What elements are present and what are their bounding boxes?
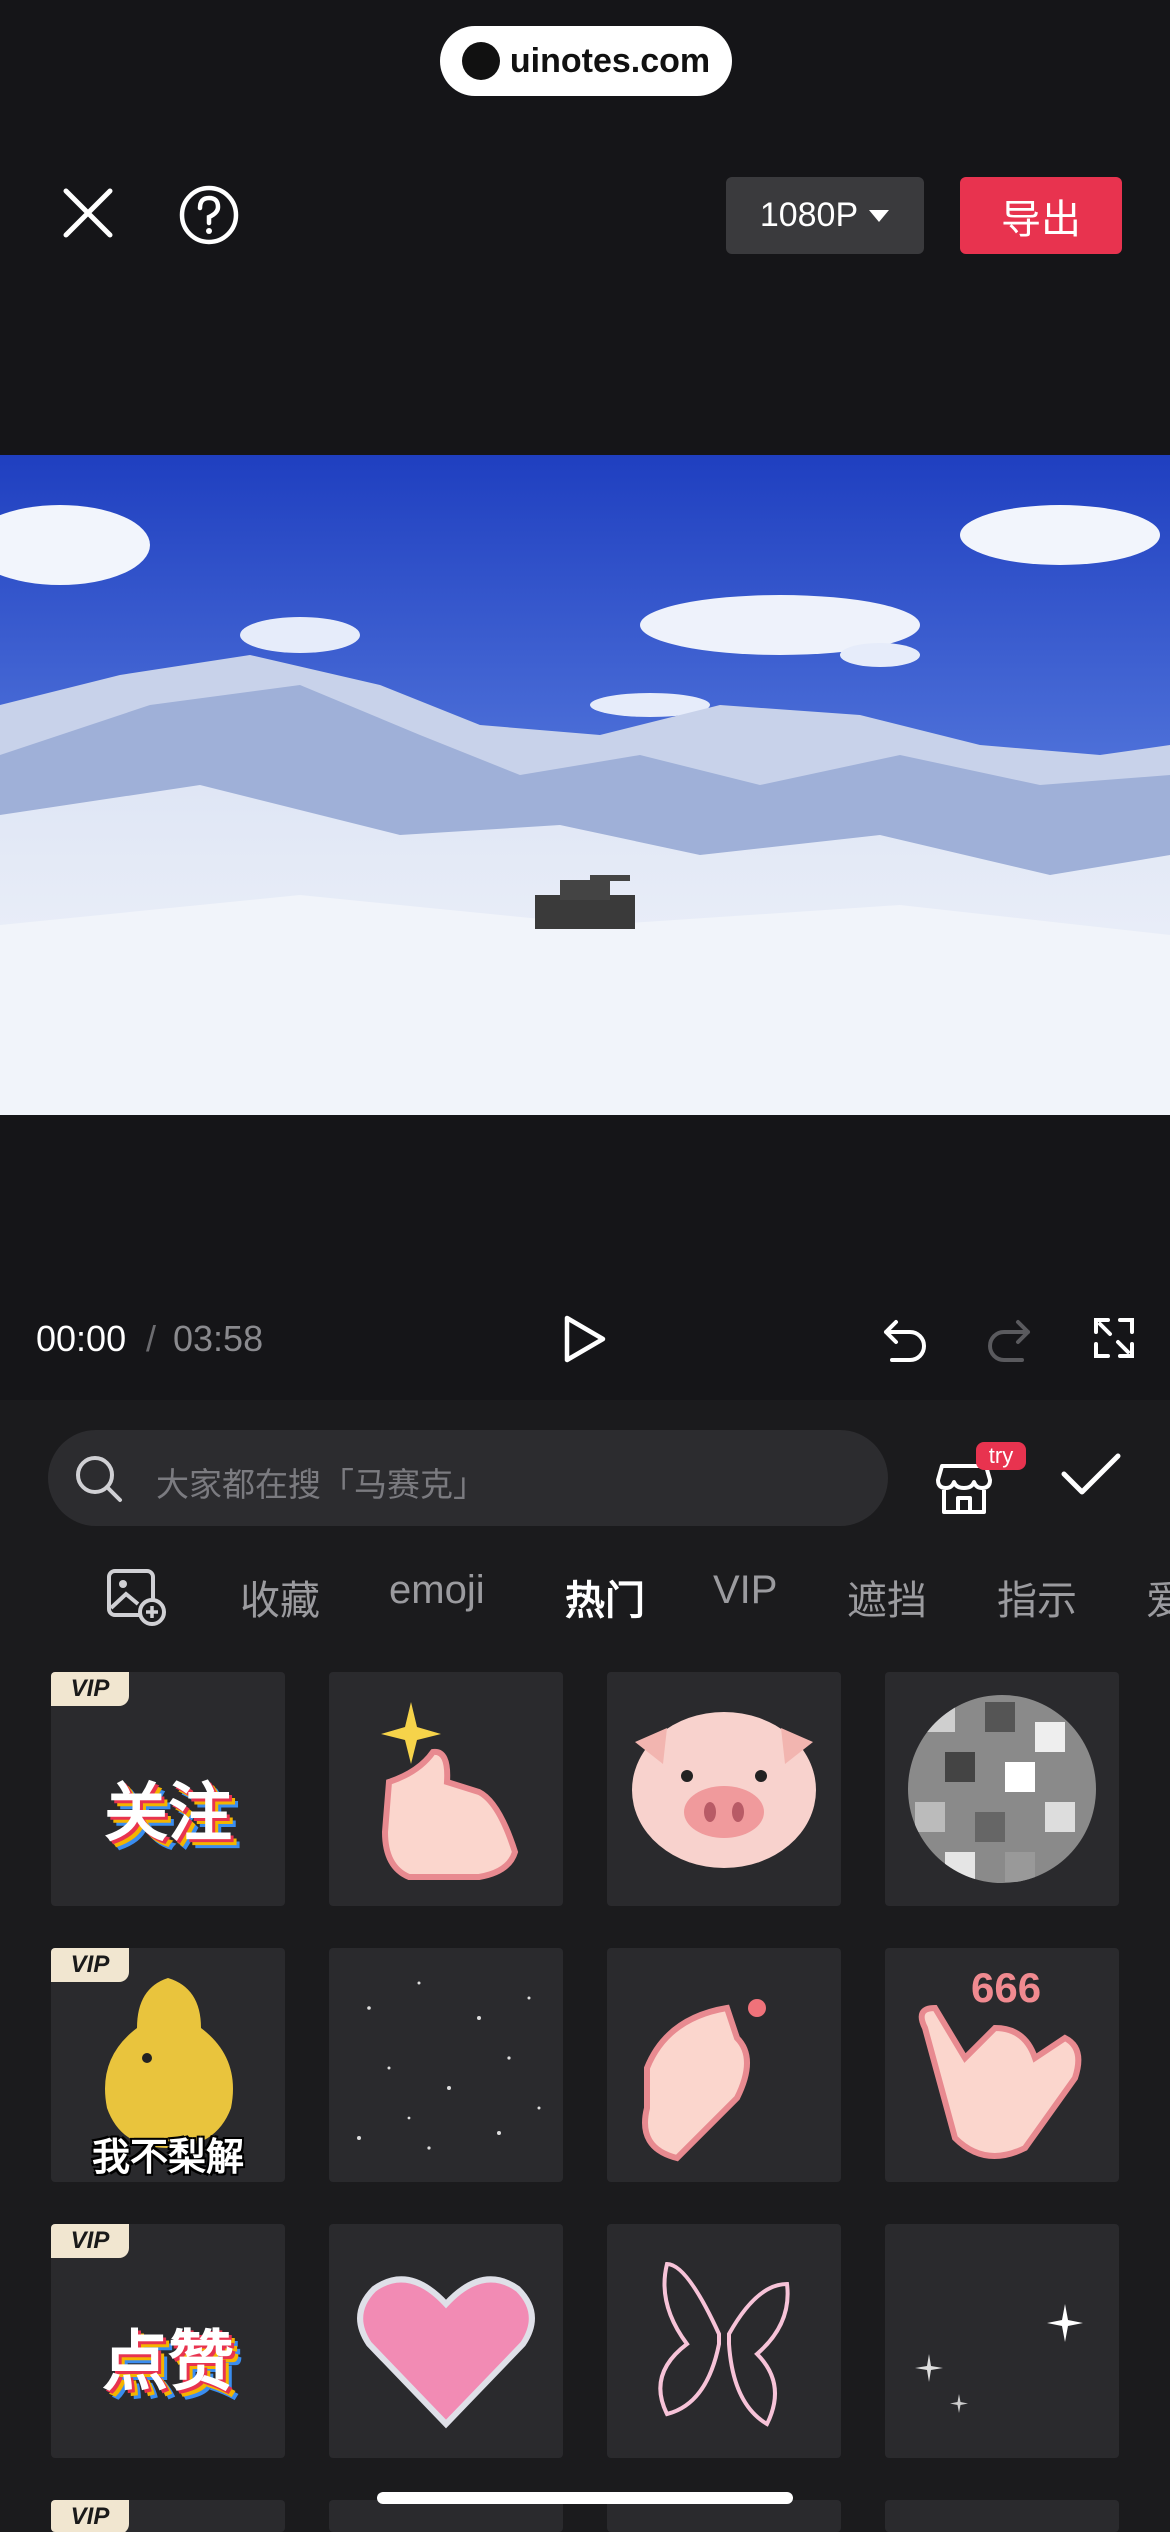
star-dust-icon <box>357 1981 541 2150</box>
sparkle-icon <box>915 2304 1083 2413</box>
heart-icon <box>357 2276 535 2429</box>
home-indicator[interactable] <box>377 2492 793 2504</box>
sticker-follow[interactable]: VIP 关注 <box>51 1672 285 1906</box>
close-icon[interactable] <box>62 187 114 239</box>
resolution-button[interactable]: 1080P <box>726 177 924 254</box>
search-icon <box>76 1456 122 1502</box>
resolution-label: 1080P <box>759 196 859 234</box>
fullscreen-icon[interactable] <box>1092 1316 1136 1360</box>
sticker-caption: 666 <box>971 1964 1042 2011</box>
try-badge: try <box>976 1442 1026 1470</box>
sticker-mosaic[interactable] <box>885 1672 1119 1906</box>
confirm-check-icon[interactable] <box>1060 1452 1122 1498</box>
tab-love[interactable]: 爱 <box>1146 1568 1170 1626</box>
sticker-caption: 我不梨解 <box>91 2137 244 2179</box>
export-button[interactable]: 导出 <box>960 177 1122 254</box>
vip-badge: VIP <box>51 1948 129 1982</box>
mosaic-icon <box>908 1695 1096 1883</box>
sticker-store-button[interactable]: try <box>932 1442 1032 1518</box>
sticker-pig[interactable] <box>607 1672 841 1906</box>
search-bar[interactable]: 大家都在搜「马赛克」 <box>48 1430 888 1526</box>
sticker-caption: 关注 <box>104 1777 232 1849</box>
sticker-partial[interactable] <box>607 2500 841 2532</box>
sticker-heart[interactable] <box>329 2224 563 2458</box>
sticker-partial[interactable]: VIP <box>51 2500 285 2532</box>
butterfly-icon <box>658 2261 790 2427</box>
sticker-finger-heart[interactable] <box>607 1948 841 2182</box>
vip-badge: VIP <box>51 2500 129 2532</box>
sticker-butterfly[interactable] <box>607 2224 841 2458</box>
watermark: uinotes.com <box>440 26 732 96</box>
sticker-pear[interactable]: VIP 我不梨解 <box>51 1948 285 2182</box>
sticker-hand-666[interactable]: 666 <box>885 1948 1119 2182</box>
tab-favorites[interactable]: 收藏 <box>240 1568 320 1626</box>
sticker-partial[interactable] <box>329 2500 563 2532</box>
sticker-like[interactable]: VIP 点赞 <box>51 2224 285 2458</box>
total-time: 03:58 <box>173 1318 264 1359</box>
uinotes-logo-icon <box>461 42 500 80</box>
video-preview[interactable] <box>0 455 1170 1115</box>
tab-vip[interactable]: VIP <box>713 1568 777 1613</box>
sticker-caption: 点赞 <box>102 2324 234 2398</box>
help-icon[interactable] <box>178 184 240 246</box>
sticker-thumbs-up[interactable] <box>329 1672 563 1906</box>
finger-heart-icon <box>642 1999 766 2162</box>
caret-down-icon <box>869 209 890 222</box>
sticker-partial[interactable] <box>885 2500 1119 2532</box>
current-time: 00:00 <box>36 1318 127 1359</box>
watermark-text: uinotes.com <box>509 41 711 80</box>
tab-emoji[interactable]: emoji <box>389 1568 485 1613</box>
sticker-stars[interactable] <box>329 1948 563 2182</box>
redo-icon[interactable] <box>986 1314 1032 1362</box>
store-icon <box>936 1464 992 1514</box>
sticker-sparkle[interactable] <box>885 2224 1119 2458</box>
thumbs-up-icon <box>381 1702 519 1880</box>
add-image-icon[interactable] <box>106 1568 166 1626</box>
pig-face-icon <box>632 1712 816 1868</box>
play-icon[interactable] <box>563 1314 607 1364</box>
tab-cover[interactable]: 遮挡 <box>847 1568 927 1626</box>
tab-indicate[interactable]: 指示 <box>997 1568 1077 1626</box>
vip-badge: VIP <box>51 2224 129 2258</box>
time-separator: / <box>146 1318 157 1359</box>
vip-badge: VIP <box>51 1672 129 1706</box>
undo-icon[interactable] <box>882 1314 928 1362</box>
tab-hot[interactable]: 热门 <box>565 1568 645 1626</box>
search-placeholder: 大家都在搜「马赛克」 <box>156 1466 486 1503</box>
video-frame <box>0 455 1170 1115</box>
